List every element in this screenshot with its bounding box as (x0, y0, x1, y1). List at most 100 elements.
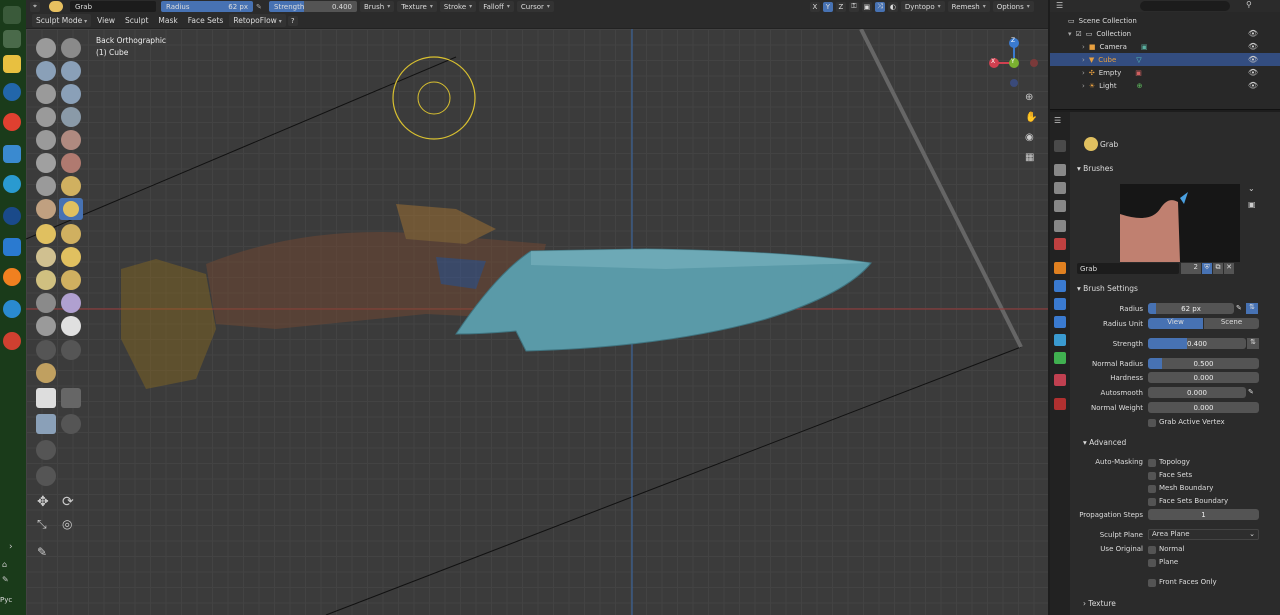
face-sets-checkbox[interactable] (1148, 472, 1156, 480)
pressure-icon[interactable]: ✎ (1248, 388, 1254, 396)
steam-icon[interactable] (3, 207, 21, 225)
grab-tool-button[interactable] (59, 198, 83, 220)
pose-tool-icon[interactable] (61, 247, 81, 267)
view-layer-tab-icon[interactable] (1054, 200, 1066, 212)
app-icon[interactable] (3, 238, 21, 256)
app-icon[interactable] (3, 300, 21, 318)
editor-type-icon[interactable]: ☰ (1056, 1, 1063, 10)
outliner-scene-collection[interactable]: ▭ Scene Collection (1050, 14, 1280, 27)
overlay-icon[interactable]: ◐ (887, 1, 898, 12)
symmetry-x-button[interactable]: X (809, 1, 820, 12)
camera-view-icon[interactable]: ◉ (1025, 132, 1034, 143)
visibility-eye-icon[interactable]: 👁 (1248, 55, 1258, 64)
help-icon[interactable]: ? (287, 15, 298, 26)
visibility-eye-icon[interactable]: 👁 (1248, 29, 1258, 38)
expand-icon[interactable]: › (1082, 43, 1085, 51)
options-menu[interactable]: Options (992, 1, 1034, 12)
scrape-tool-icon[interactable] (36, 176, 56, 196)
front-faces-only-checkbox[interactable] (1148, 579, 1156, 587)
advanced-header[interactable]: ▾ Advanced (1083, 438, 1126, 447)
falloff-menu[interactable]: Falloff (479, 1, 514, 12)
visibility-eye-icon[interactable]: 👁 (1248, 42, 1258, 51)
steam-icon[interactable] (3, 83, 21, 101)
pressure-icon[interactable]: ✎ (256, 3, 266, 11)
brush-preview[interactable] (1120, 184, 1240, 262)
brush-menu[interactable]: Brush (360, 1, 395, 12)
mesh-filter-tool-icon[interactable] (36, 466, 56, 486)
mesh-data-icon[interactable]: ▽ (1136, 56, 1141, 64)
box-trim-tool-icon[interactable] (61, 414, 81, 434)
image-data-icon[interactable]: ▣ (1135, 69, 1142, 77)
boundary-tool-icon[interactable] (61, 293, 81, 313)
sculpt-plane-dropdown[interactable]: Area Plane ⌄ (1148, 529, 1259, 540)
retopoflow-menu[interactable]: RetopoFlow (229, 14, 286, 27)
grid-view-icon[interactable]: ▦ (1025, 152, 1034, 163)
modifier-tab-icon[interactable] (1054, 280, 1066, 292)
thumb-tool-icon[interactable] (36, 247, 56, 267)
app-icon[interactable] (3, 6, 21, 24)
draw-sharp-tool-icon[interactable] (61, 38, 81, 58)
simplify-tool-icon[interactable] (61, 316, 81, 336)
tool-tab-icon[interactable] (1054, 140, 1066, 152)
chevron-right-icon[interactable]: › (9, 542, 13, 552)
rotate-tool-icon[interactable] (61, 270, 81, 290)
checkbox-icon[interactable]: ☑ (1076, 30, 1082, 38)
render-tab-icon[interactable] (1054, 164, 1066, 176)
blob-tool-icon[interactable] (61, 107, 81, 127)
strength-slider[interactable]: 0.400 (1148, 338, 1246, 349)
editor-type-icon[interactable]: ⌖ (30, 1, 40, 12)
draw-face-sets-tool-icon[interactable] (61, 340, 81, 360)
box-mask-tool-icon[interactable] (36, 388, 56, 408)
mask-menu[interactable]: Mask (154, 14, 181, 27)
radius-unit-view-button[interactable]: View (1148, 318, 1203, 329)
normal-weight-slider[interactable]: 0.000 (1148, 402, 1259, 413)
chrome-icon[interactable] (3, 113, 21, 131)
radius-pressure-toggle[interactable]: ⇅ (1246, 303, 1258, 314)
mesh-boundary-checkbox[interactable] (1148, 485, 1156, 493)
output-tab-icon[interactable] (1054, 182, 1066, 194)
edge-icon[interactable] (3, 175, 21, 193)
fake-user-shield-icon[interactable]: ⛨ (1202, 263, 1212, 274)
scene-tab-icon[interactable] (1054, 220, 1066, 232)
brush-name-field[interactable]: Grab (70, 1, 156, 12)
opera-icon[interactable] (3, 332, 21, 350)
remesh-menu[interactable]: Remesh (947, 1, 990, 12)
network-icon[interactable]: ⌂ (2, 560, 7, 569)
blender-icon[interactable] (3, 268, 21, 286)
viewport-type-icon[interactable]: ▣ (861, 1, 872, 12)
lock-icon[interactable]: ⚿ (848, 1, 859, 12)
face-sets-menu[interactable]: Face Sets (184, 14, 228, 27)
folder-icon[interactable] (3, 55, 21, 73)
visibility-eye-icon[interactable]: 👁 (1248, 81, 1258, 90)
multiplane-scrape-tool-icon[interactable] (61, 176, 81, 196)
clay-thumb-tool-icon[interactable] (36, 84, 56, 104)
app-icon[interactable] (3, 145, 21, 163)
language-indicator[interactable]: Pyc (0, 596, 12, 604)
mask-tool-icon[interactable] (36, 340, 56, 360)
brushes-header[interactable]: ▾ Brushes (1077, 164, 1113, 173)
texture-tab-icon[interactable] (1054, 398, 1066, 410)
grab-active-vertex-checkbox[interactable] (1148, 419, 1156, 427)
use-original-plane-checkbox[interactable] (1148, 559, 1156, 567)
outliner-item-camera[interactable]: › ■ Camera ▣ 👁 (1050, 40, 1280, 53)
texture-menu[interactable]: Texture (397, 1, 437, 12)
fill-tool-icon[interactable] (61, 153, 81, 173)
radius-slider[interactable]: Radius 62 px (161, 1, 253, 12)
propagation-steps-field[interactable]: 1 (1148, 509, 1259, 520)
pressure-icon[interactable]: ✎ (1236, 304, 1242, 312)
crease-tool-icon[interactable] (36, 130, 56, 150)
snake-hook-tool-icon[interactable] (61, 224, 81, 244)
symmetry-y-button[interactable]: Y (822, 1, 833, 12)
inflate-tool-icon[interactable] (36, 107, 56, 127)
slide-relax-tool-icon[interactable] (36, 293, 56, 313)
strength-pressure-toggle[interactable]: ⇅ (1247, 338, 1259, 349)
app-icon[interactable] (3, 30, 21, 48)
constraints-tab-icon[interactable] (1054, 334, 1066, 346)
radius-slider[interactable]: 62 px (1148, 303, 1234, 314)
texture-header[interactable]: › Texture (1083, 599, 1116, 608)
clay-tool-icon[interactable] (36, 61, 56, 81)
brush-icon[interactable] (49, 1, 63, 12)
unlink-icon[interactable]: ✕ (1224, 263, 1234, 274)
symmetry-z-button[interactable]: Z (835, 1, 846, 12)
object-tab-icon[interactable] (1054, 262, 1066, 274)
